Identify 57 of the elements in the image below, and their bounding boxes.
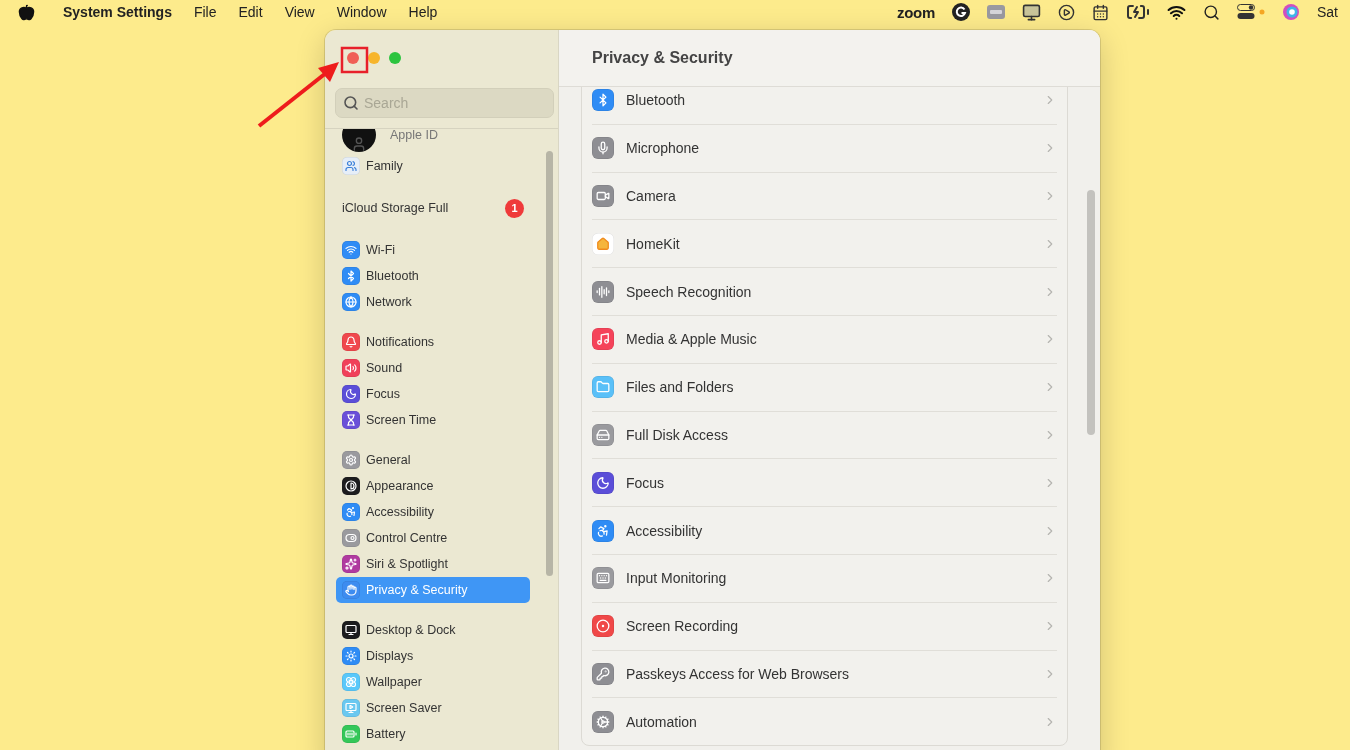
sidebar-item[interactable]: Apple ID bbox=[336, 129, 530, 153]
scrollbar[interactable] bbox=[546, 151, 553, 576]
sidebar-item[interactable]: Screen Time bbox=[336, 407, 530, 433]
menu-item[interactable]: Window bbox=[336, 4, 387, 20]
settings-row[interactable]: Passkeys Access for Web Browsers bbox=[592, 649, 1057, 698]
sidebar-item[interactable]: Sound bbox=[336, 355, 530, 381]
sidebar-item[interactable]: General bbox=[336, 447, 530, 473]
sidebar-item[interactable]: Appearance bbox=[336, 473, 530, 499]
menu-clock[interactable]: Sat bbox=[1317, 4, 1338, 20]
play-icon[interactable] bbox=[1058, 3, 1075, 21]
calendar-icon[interactable] bbox=[1092, 3, 1109, 21]
search-icon[interactable] bbox=[1203, 3, 1220, 21]
settings-row[interactable]: Speech Recognition bbox=[592, 267, 1057, 315]
sidebar-item[interactable]: Desktop & Dock bbox=[336, 617, 530, 643]
sidebar-item[interactable]: Battery bbox=[336, 721, 530, 747]
control-centre-icon[interactable] bbox=[1237, 4, 1265, 20]
settings-row[interactable]: Files and Folders bbox=[592, 362, 1057, 411]
settings-row[interactable]: Microphone bbox=[592, 123, 1057, 172]
close-button[interactable] bbox=[347, 52, 359, 64]
sidebar-item[interactable]: Accessibility bbox=[336, 499, 530, 525]
notification-badge: 1 bbox=[505, 198, 524, 218]
apple-logo-icon[interactable] bbox=[18, 3, 35, 21]
sidebar-item[interactable]: iCloud Storage Full 1 bbox=[336, 193, 530, 223]
sidebar-item[interactable]: Network bbox=[336, 289, 530, 315]
settings-row[interactable]: Accessibility bbox=[592, 506, 1057, 554]
menu-item[interactable]: Help bbox=[408, 4, 438, 20]
circle-logo-icon[interactable] bbox=[952, 3, 970, 21]
window-title: Privacy & Security bbox=[559, 30, 1100, 87]
menu-item[interactable]: File bbox=[193, 4, 217, 20]
highlight-frame bbox=[340, 46, 369, 74]
scrollbar[interactable] bbox=[1087, 190, 1095, 435]
sidebar-item[interactable]: Wi-Fi bbox=[336, 237, 530, 263]
settings-row[interactable]: HomeKit bbox=[592, 219, 1057, 268]
sidebar-item[interactable]: Focus bbox=[336, 381, 530, 407]
settings-row[interactable]: Automation bbox=[592, 697, 1057, 746]
sidebar-item[interactable]: Wallpaper bbox=[336, 669, 530, 695]
settings-row[interactable]: Camera bbox=[592, 171, 1057, 220]
sidebar-item[interactable]: Screen Saver bbox=[336, 695, 530, 721]
app-menu[interactable]: System Settings bbox=[63, 4, 172, 20]
settings-row[interactable]: Input Monitoring bbox=[592, 553, 1057, 602]
sidebar-item[interactable]: Displays bbox=[336, 643, 530, 669]
sidebar-item[interactable]: Control Centre bbox=[336, 525, 530, 551]
search-icon bbox=[343, 95, 359, 111]
monitor-icon[interactable] bbox=[1022, 2, 1041, 22]
sidebar-item[interactable]: Bluetooth bbox=[336, 263, 530, 289]
settings-row[interactable]: Bluetooth bbox=[592, 87, 1057, 124]
sidebar-item[interactable]: Siri & Spotlight bbox=[336, 551, 530, 577]
settings-row[interactable]: Full Disk Access bbox=[592, 410, 1057, 459]
sidebar-item[interactable]: Family bbox=[336, 153, 530, 179]
menu-item[interactable]: View bbox=[284, 4, 315, 20]
assistant-icon[interactable] bbox=[1282, 3, 1300, 21]
settings-row[interactable]: Focus bbox=[592, 458, 1057, 507]
zoom-logo[interactable]: zoom bbox=[897, 3, 935, 21]
sidebar-item[interactable]: Notifications bbox=[336, 329, 530, 355]
settings-row[interactable]: Media & Apple Music bbox=[592, 315, 1057, 363]
menu-item[interactable]: Edit bbox=[238, 4, 263, 20]
settings-row[interactable]: Screen Recording bbox=[592, 601, 1057, 650]
